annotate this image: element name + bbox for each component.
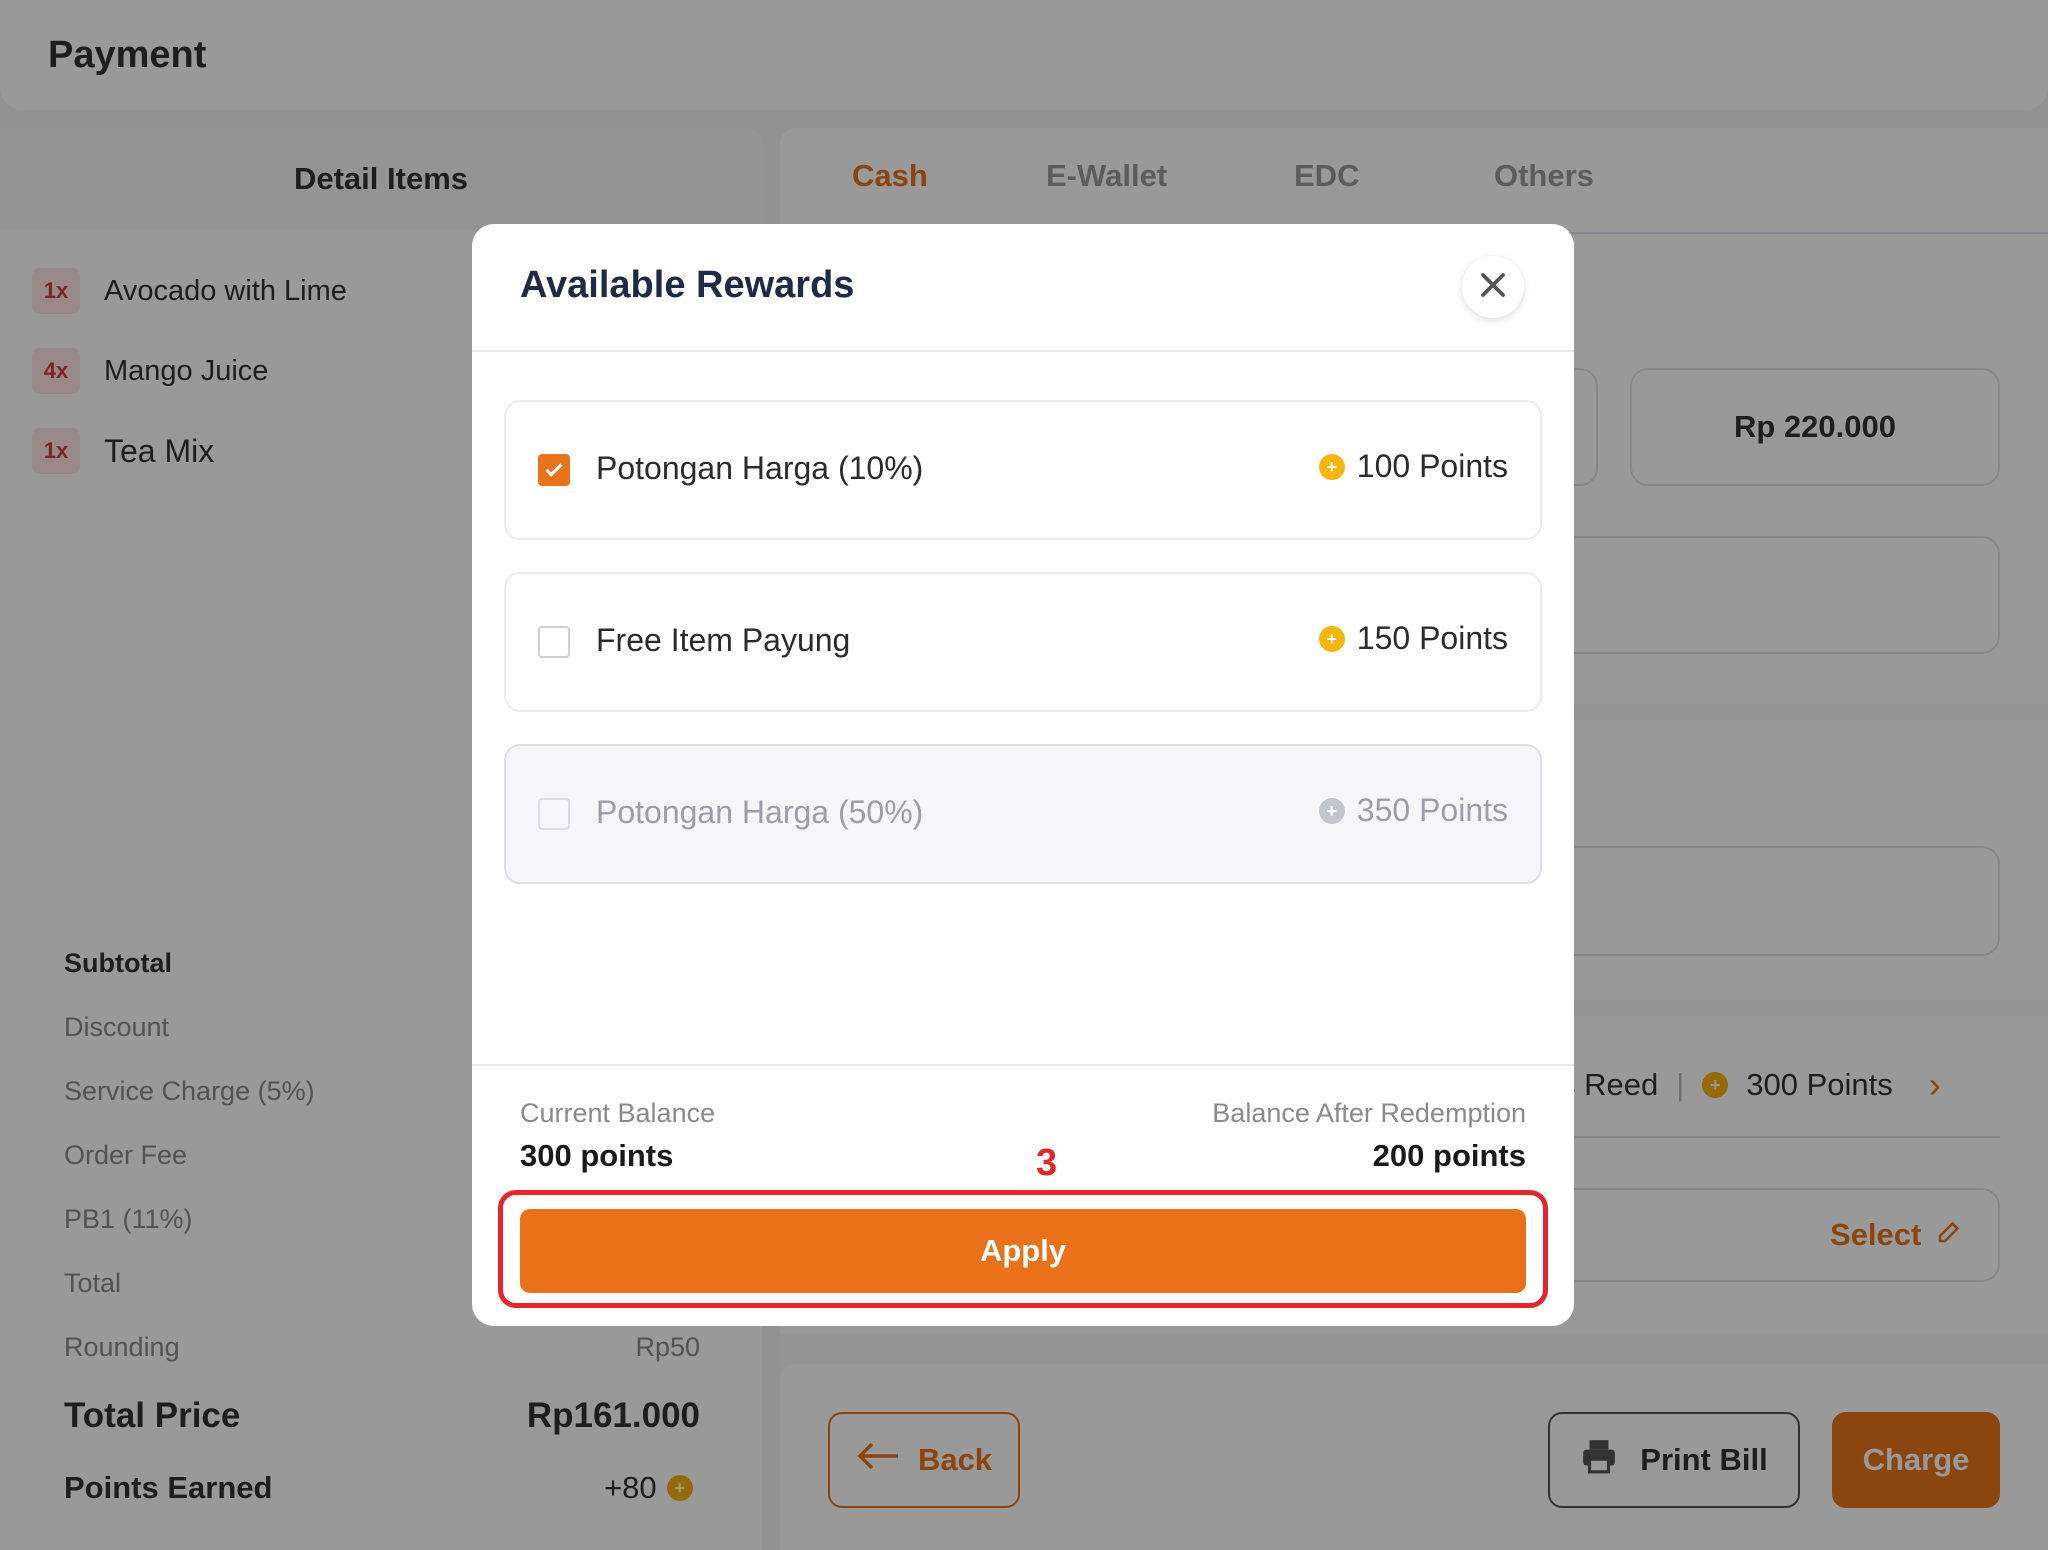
balance-after-label: Balance After Redemption [1212, 1098, 1526, 1128]
reward-name: Free Item Payung [596, 622, 851, 658]
reward-name: Potongan Harga (10%) [596, 450, 924, 486]
check-icon [545, 463, 563, 477]
coin-icon: + [1318, 625, 1345, 652]
step-number: 3 [1036, 1142, 1058, 1184]
reward-points: + 350 Points [1318, 792, 1508, 829]
rewards-modal: Available Rewards Potongan Harga (10%) +… [472, 224, 1574, 1326]
divider [472, 1064, 1574, 1066]
highlight-box [498, 1190, 1548, 1308]
reward-points-value: 100 Points [1356, 448, 1508, 484]
coin-icon: + [1318, 453, 1345, 480]
reward-name: Potongan Harga (50%) [596, 794, 924, 830]
reward-points: + 150 Points [1318, 620, 1508, 657]
current-balance-label: Current Balance [520, 1098, 716, 1128]
coin-icon: + [1318, 797, 1345, 824]
reward-points-value: 150 Points [1356, 620, 1508, 656]
reward-option[interactable]: Free Item Payung + 150 Points [504, 572, 1542, 712]
reward-checkbox[interactable] [538, 626, 570, 658]
reward-option-disabled: Potongan Harga (50%) + 350 Points [504, 744, 1542, 884]
reward-checkbox[interactable] [538, 454, 570, 486]
reward-points: + 100 Points [1318, 448, 1508, 485]
balance-after-value: 200 points [1372, 1138, 1526, 1173]
reward-points-value: 350 Points [1356, 792, 1508, 828]
close-button[interactable] [1462, 256, 1524, 318]
modal-title: Available Rewards [520, 264, 855, 306]
current-balance-value: 300 points [520, 1138, 674, 1173]
divider [472, 350, 1574, 352]
close-icon [1478, 270, 1508, 305]
reward-option[interactable]: Potongan Harga (10%) + 100 Points [504, 400, 1542, 540]
reward-checkbox [538, 798, 570, 830]
